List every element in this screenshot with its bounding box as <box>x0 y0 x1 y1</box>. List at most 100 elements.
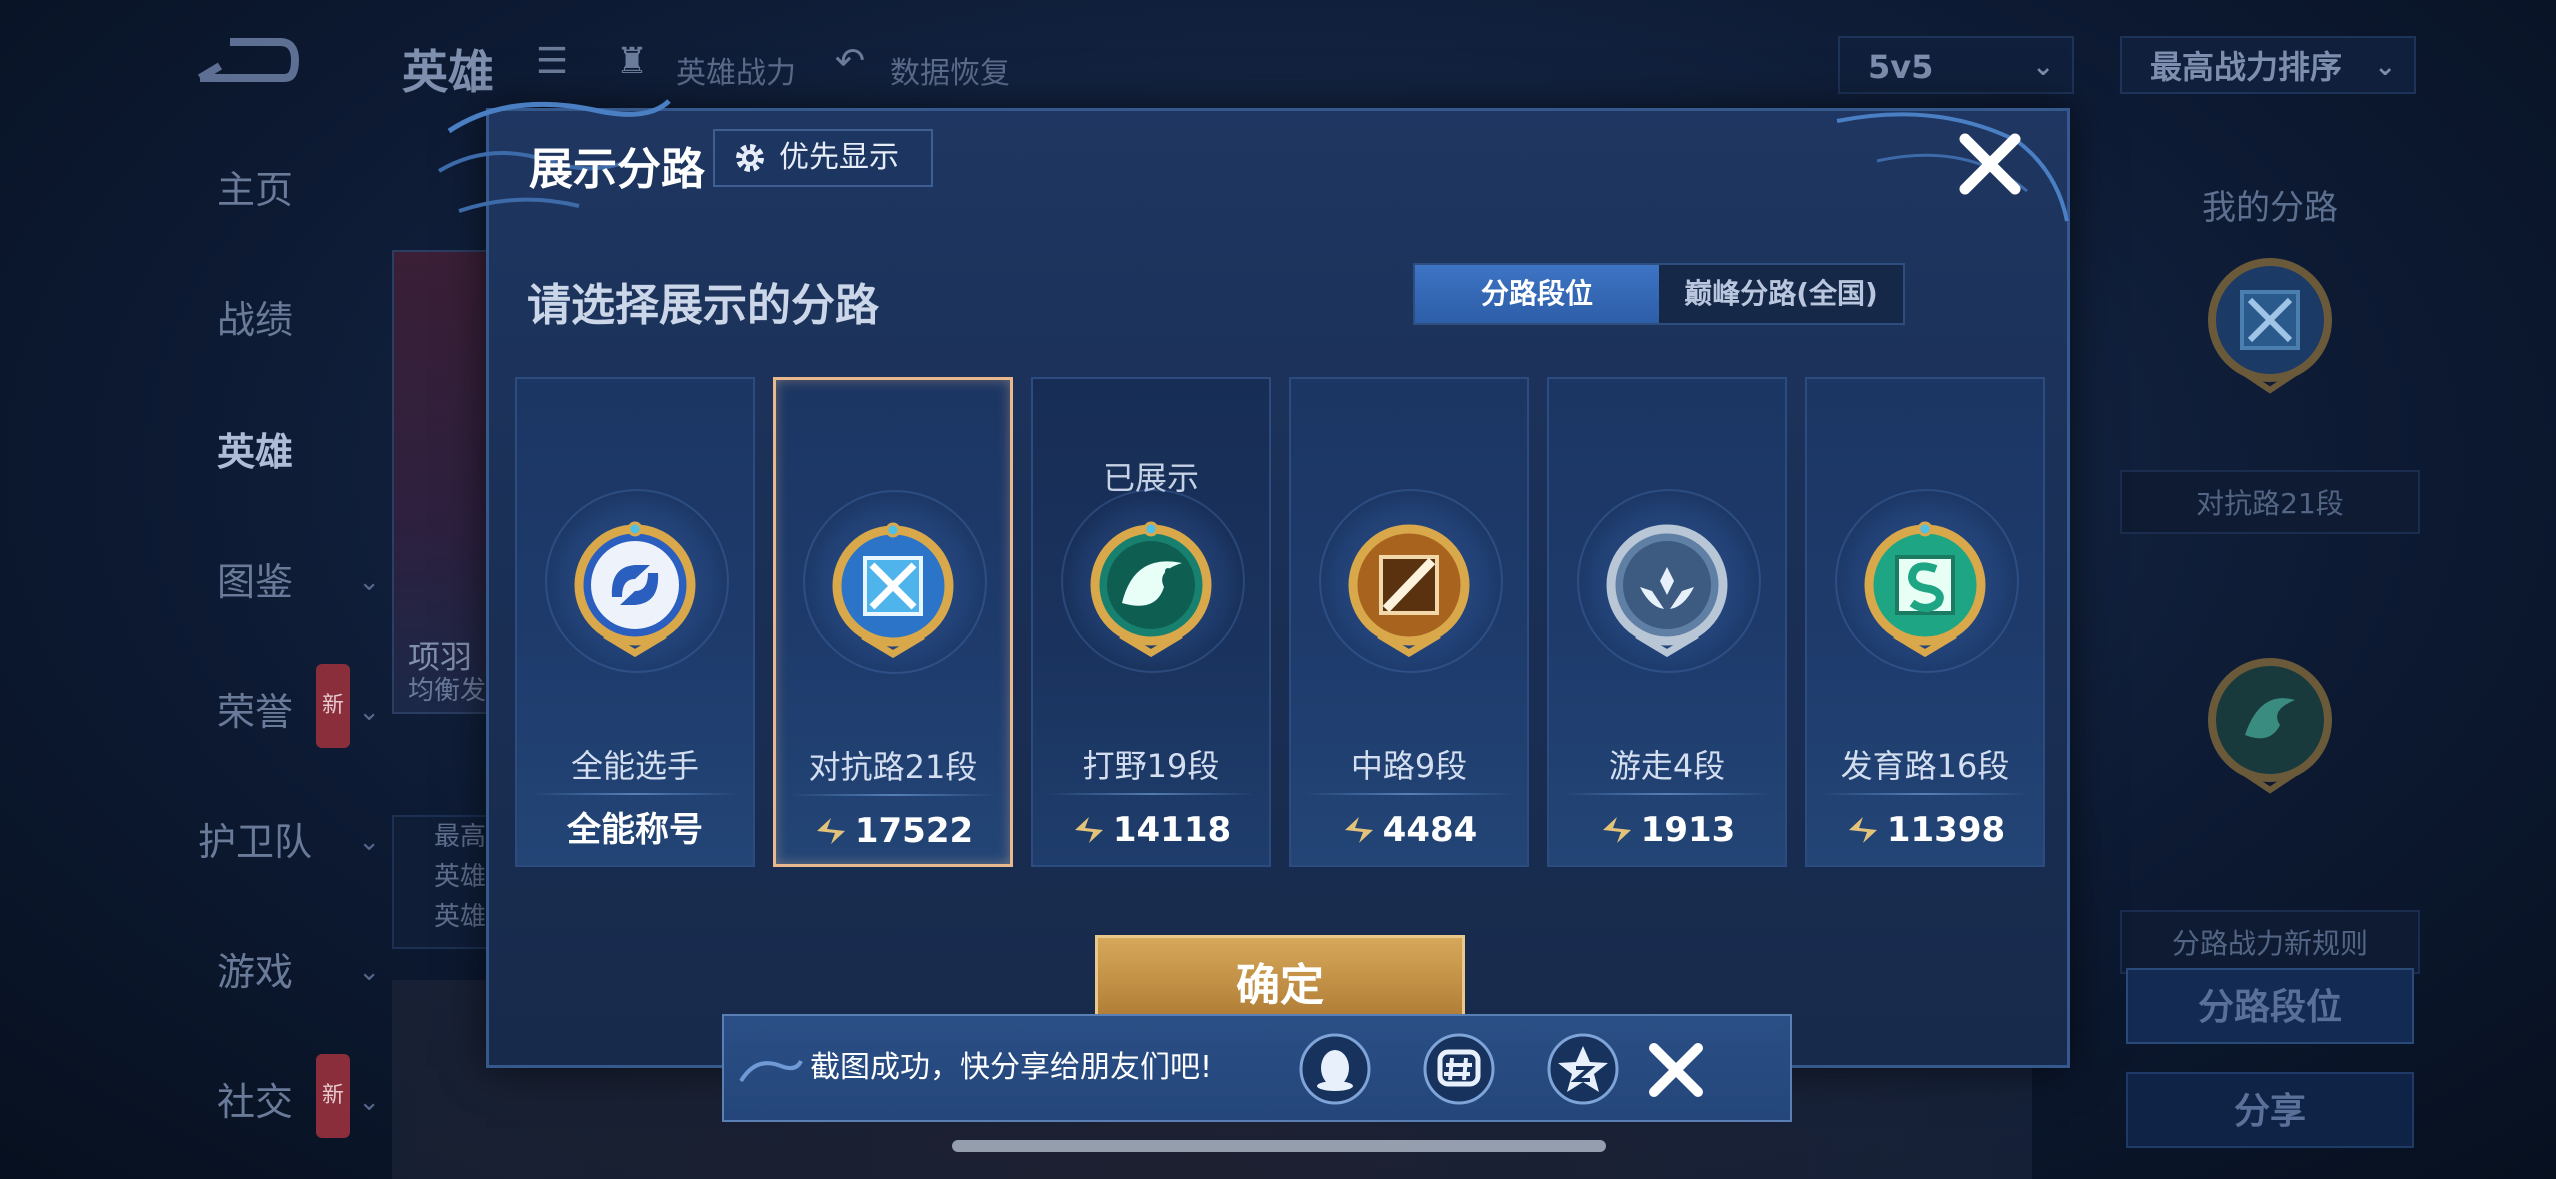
power-spark-icon <box>1074 817 1103 843</box>
nav-item-hero[interactable]: 英雄 <box>130 412 380 492</box>
hero-power-link[interactable]: 英雄战力 <box>676 48 796 92</box>
nav-label: 主页 <box>216 168 293 212</box>
chevron-down-icon: ⌄ <box>358 567 380 597</box>
mode-select-value: 5v5 <box>1868 48 1934 86</box>
nav-item-record[interactable]: 战绩 <box>130 280 380 360</box>
jungle-badge-icon <box>2208 658 2332 794</box>
lane-card-roam[interactable]: 游走4段 1913 <box>1547 377 1787 867</box>
power-spark-icon <box>1848 817 1877 843</box>
tab-lane-rank[interactable]: 分路段位 <box>1415 265 1659 323</box>
lane-card-mid[interactable]: 中路9段 4484 <box>1289 377 1529 867</box>
priority-display-label: 优先显示 <box>779 140 899 175</box>
close-icon[interactable] <box>1646 1040 1706 1100</box>
card-lane-value: 14118 <box>1033 803 1269 857</box>
back-arrow-icon[interactable] <box>190 30 300 90</box>
close-icon[interactable] <box>1955 129 2025 199</box>
card-value-text: 全能称号 <box>567 810 703 850</box>
nav-item-social[interactable]: 社交 ⌄ 新 <box>130 1054 380 1142</box>
sort-select[interactable]: 最高战力排序 ⌄ <box>2120 36 2416 94</box>
chevron-down-icon: ⌄ <box>2374 52 2396 82</box>
farm-lane-badge-icon <box>1864 521 1986 657</box>
lane-rules-label[interactable]: 分路战力新规则 <box>2120 910 2420 974</box>
warrior-icon: ♜ <box>615 41 649 82</box>
card-value-text: 17522 <box>854 811 974 851</box>
qzone-icon[interactable] <box>1546 1032 1620 1106</box>
card-divider <box>1305 793 1513 795</box>
lane-display-dialog: 展示分路 优先显示 请选择展示的分路 分路段位 巅峰分路(全国) 全能选手 全能… <box>437 99 2070 1068</box>
sort-select-value: 最高战力排序 <box>2150 48 2343 86</box>
my-lane-label: 对抗路21段 <box>2120 470 2420 534</box>
tab-peak-lane[interactable]: 巅峰分路(全国) <box>1659 265 1903 323</box>
card-lane-value: 17522 <box>776 804 1010 858</box>
dialog-title: 展示分路 <box>529 144 705 195</box>
toast-message: 截图成功，快分享给朋友们吧! <box>810 1050 1213 1085</box>
nav-label: 图鉴 <box>216 560 293 604</box>
card-lane-name: 打野19段 <box>1082 747 1220 785</box>
card-divider <box>531 793 739 795</box>
home-indicator <box>952 1140 1606 1152</box>
lane-card-farm[interactable]: 发育路16段 11398 <box>1805 377 2045 867</box>
card-lane-name: 游走4段 <box>1608 747 1726 785</box>
card-value-text: 4484 <box>1382 810 1478 850</box>
chevron-down-icon: ⌄ <box>358 697 380 727</box>
nav-item-honor[interactable]: 荣誉 ⌄ 新 <box>130 664 380 752</box>
lane-card-jungle[interactable]: 已展示 打野19段 14118 <box>1031 377 1271 867</box>
mid-lane-badge-icon <box>1348 524 1470 657</box>
card-lane-value: 1913 <box>1549 803 1785 857</box>
power-spark-icon <box>1344 817 1373 843</box>
new-badge: 新 <box>315 664 350 748</box>
nav-label: 护卫队 <box>197 820 312 864</box>
lane-tab-switch: 分路段位 巅峰分路(全国) <box>1413 263 1905 325</box>
nav-label: 战绩 <box>216 298 293 342</box>
nav-label: 游戏 <box>216 950 293 994</box>
power-spark-icon <box>1602 817 1631 843</box>
nav-item-guard[interactable]: 护卫队 ⌄ <box>130 802 380 882</box>
lane-card-all-round[interactable]: 全能选手 全能称号 <box>515 377 755 867</box>
share-button[interactable]: 分享 <box>2126 1072 2414 1148</box>
nav-label: 荣誉 <box>216 690 293 734</box>
dialog-prompt: 请选择展示的分路 <box>527 280 879 331</box>
card-value-text: 14118 <box>1112 810 1232 850</box>
restore-icon: ↶ <box>834 41 866 82</box>
chevron-down-icon: ⌄ <box>358 1087 380 1117</box>
roam-badge-icon <box>1606 524 1728 657</box>
card-lane-name: 全能选手 <box>570 747 699 785</box>
card-lane-value: 11398 <box>1807 803 2043 857</box>
lane-card-clash[interactable]: 对抗路21段 17522 <box>773 377 1013 867</box>
card-lane-value: 4484 <box>1291 803 1527 857</box>
card-lane-name: 中路9段 <box>1350 747 1468 785</box>
nav-item-codex[interactable]: 图鉴 ⌄ <box>130 542 380 622</box>
cloud-ornament <box>739 1060 803 1083</box>
list-icon[interactable]: ☰ <box>532 42 572 82</box>
card-value-text: 11398 <box>1886 810 2006 850</box>
wechat-moments-icon[interactable] <box>1422 1032 1496 1106</box>
qq-icon[interactable] <box>1298 1032 1372 1106</box>
card-lane-value: 全能称号 <box>517 803 753 857</box>
gear-icon <box>736 144 764 172</box>
chevron-down-icon: ⌄ <box>2032 52 2054 82</box>
data-restore-link[interactable]: 数据恢复 <box>890 48 1010 92</box>
card-lane-name: 发育路16段 <box>1840 747 2010 785</box>
card-divider <box>1563 793 1771 795</box>
cloud-ornament <box>1836 112 2069 222</box>
new-badge: 新 <box>315 1054 350 1138</box>
card-value-text: 1913 <box>1640 810 1736 850</box>
chevron-down-icon: ⌄ <box>358 827 380 857</box>
lane-rank-button[interactable]: 分路段位 <box>2126 968 2414 1044</box>
nav-label: 社交 <box>216 1080 293 1124</box>
nav-item-game[interactable]: 游戏 ⌄ <box>130 932 380 1012</box>
screenshot-share-toast: 截图成功，快分享给朋友们吧! <box>722 1014 1792 1122</box>
mode-select[interactable]: 5v5 ⌄ <box>1838 36 2074 94</box>
right-panel: 我的分路 对抗路21段 分路战力新规则 分路段位 分享 <box>2120 150 2420 1179</box>
nav-item-home[interactable]: 主页 <box>130 150 380 230</box>
card-divider <box>1047 793 1255 795</box>
chevron-down-icon: ⌄ <box>358 957 380 987</box>
my-lane-title: 我的分路 <box>2202 188 2338 228</box>
nav-label: 英雄 <box>216 430 293 474</box>
jungle-badge-icon <box>1090 521 1212 657</box>
card-divider <box>1821 793 2029 795</box>
card-divider <box>790 794 996 796</box>
priority-display-button[interactable]: 优先显示 <box>713 129 933 187</box>
power-spark-icon <box>816 818 845 844</box>
card-lane-name: 对抗路21段 <box>808 748 978 786</box>
